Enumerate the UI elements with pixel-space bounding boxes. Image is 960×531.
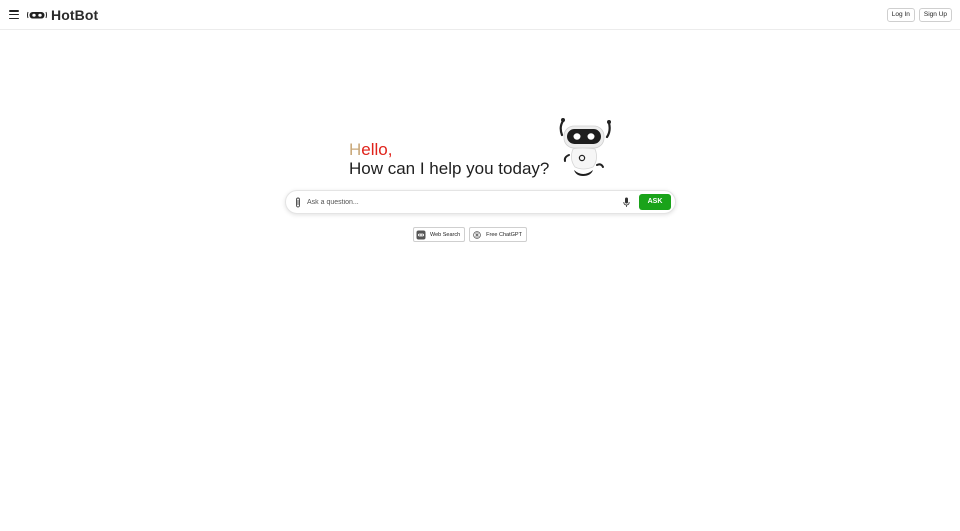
chip-web-search[interactable]: Web Search [413, 227, 466, 242]
robot-mascot-icon [559, 118, 611, 176]
ask-button[interactable]: ASK [639, 194, 671, 210]
hotbot-logo-icon [27, 11, 47, 19]
login-button[interactable]: Log In [886, 8, 915, 22]
auth-buttons: Log In Sign Up [886, 8, 952, 22]
search-bar: ASK [285, 190, 676, 214]
hello-first-letter: H [349, 140, 362, 159]
web-search-icon [416, 230, 426, 239]
mode-chips: Web Search Free ChatGPT [413, 227, 527, 242]
logo[interactable]: HotBot [26, 7, 98, 23]
chip-label: Free ChatGPT [486, 231, 522, 238]
microphone-icon[interactable] [623, 197, 630, 208]
brand-name: HotBot [51, 7, 99, 23]
chip-label: Web Search [430, 231, 461, 238]
chatgpt-icon [473, 230, 481, 239]
search-input[interactable] [307, 195, 607, 210]
hello-text: Hello, [349, 140, 549, 159]
signup-button[interactable]: Sign Up [918, 8, 952, 22]
hello-rest: ello, [361, 140, 393, 159]
chip-free-chatgpt[interactable]: Free ChatGPT [469, 227, 527, 242]
greeting: Hello, How can I help you today? [349, 140, 549, 179]
top-bar: HotBot Log In Sign Up [0, 0, 960, 30]
help-subtitle: How can I help you today? [349, 159, 550, 178]
hamburger-menu-icon[interactable] [9, 10, 19, 20]
paperclip-icon[interactable] [294, 197, 302, 208]
